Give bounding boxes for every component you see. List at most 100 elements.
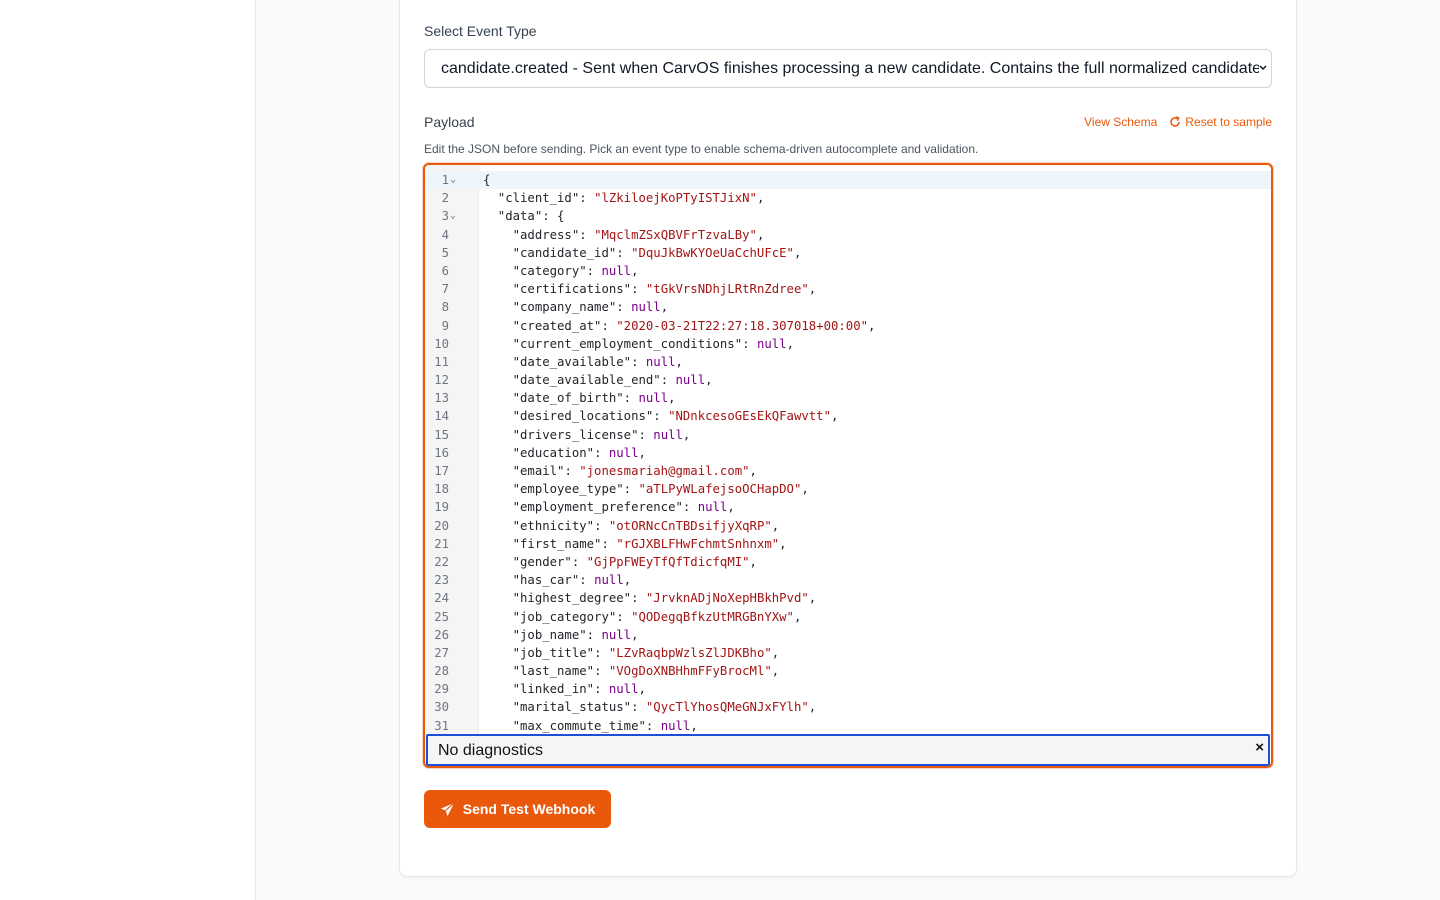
- code-line[interactable]: 26 "job_name": null,: [425, 626, 1271, 644]
- refresh-icon: [1170, 116, 1181, 127]
- code-token: ,: [638, 445, 646, 460]
- line-code: "job_title": "LZvRaqbpWzlsZlJDKBho",: [483, 644, 780, 662]
- code-token: ,: [623, 573, 632, 588]
- code-line[interactable]: 12 "date_available_end": null,: [425, 371, 1271, 389]
- line-number: 30: [434, 700, 449, 715]
- code-line[interactable]: 18 "employee_type": "aTLPyWLafejsoOCHapD…: [425, 480, 1271, 498]
- reset-sample-link[interactable]: Reset to sample: [1169, 115, 1272, 129]
- line-code: "education": null,: [483, 444, 646, 462]
- code-token: null: [697, 500, 728, 515]
- code-line[interactable]: 6 "category": null,: [425, 262, 1271, 280]
- editor-lines[interactable]: 1 ⌄{2 "client_id": "lZkiloejKoPTyISTJixN"…: [425, 171, 1271, 735]
- reset-sample-label: Reset to sample: [1185, 115, 1272, 129]
- code-line[interactable]: 15 "drivers_license": null,: [425, 426, 1271, 444]
- code-line[interactable]: 20 "ethnicity": "otORNcCnTBDsifjyXqRP",: [425, 517, 1271, 535]
- code-line[interactable]: 5 "candidate_id": "DquJkBwKYOeUaCchUFcE"…: [425, 244, 1271, 262]
- code-token: "data": [483, 209, 543, 224]
- code-token: ,: [631, 627, 639, 642]
- line-code: "marital_status": "QycTlYhosQMeGNJxFYlh"…: [483, 698, 817, 716]
- line-number: 3: [441, 209, 449, 224]
- code-line[interactable]: 13 "date_of_birth": null,: [425, 389, 1271, 407]
- code-line[interactable]: 31 "max_commute_time": null,: [425, 717, 1271, 735]
- code-token: ,: [779, 536, 787, 551]
- code-token: :: [682, 500, 698, 515]
- code-token: "tGkVrsNDhjLRtRnZdree": [645, 282, 809, 297]
- code-line[interactable]: 22 "gender": "GjPpFWEyTfQfTdicfqMI",: [425, 553, 1271, 571]
- line-code: "category": null,: [483, 262, 639, 280]
- code-token: :: [579, 191, 595, 206]
- fold-chevron-icon[interactable]: ⌄: [450, 207, 456, 225]
- code-line[interactable]: 27 "job_title": "LZvRaqbpWzlsZlJDKBho",: [425, 644, 1271, 662]
- code-line[interactable]: 8 "company_name": null,: [425, 298, 1271, 316]
- code-line[interactable]: 2 "client_id": "lZkiloejKoPTyISTJixN",: [425, 189, 1271, 207]
- code-line[interactable]: 25 "job_category": "QODegqBfkzUtMRGBnYXw…: [425, 608, 1271, 626]
- code-token: "MqclmZSxQBVFrTzvaLBy": [594, 227, 757, 242]
- close-icon[interactable]: ×: [1255, 739, 1264, 756]
- code-token: ,: [793, 245, 802, 260]
- code-line[interactable]: 28 "last_name": "VOgDoXNBHhmFFyBrocMl",: [425, 662, 1271, 680]
- code-token: "2020-03-21T22:27:18.307018+00:00": [616, 318, 868, 333]
- code-line[interactable]: 24 "highest_degree": "JrvknADjNoXepHBkhP…: [425, 589, 1271, 607]
- code-token: :: [594, 445, 609, 460]
- code-line[interactable]: 21 "first_name": "rGJXBLFHwFchmtSnhnxm",: [425, 535, 1271, 553]
- send-test-webhook-button[interactable]: Send Test Webhook: [424, 790, 611, 828]
- line-code: "address": "MqclmZSxQBVFrTzvaLBy",: [483, 226, 765, 244]
- view-schema-link[interactable]: View Schema: [1084, 115, 1157, 129]
- line-code: "email": "jonesmariah@gmail.com",: [483, 462, 757, 480]
- code-line[interactable]: 7 "certifications": "tGkVrsNDhjLRtRnZdre…: [425, 280, 1271, 298]
- line-number: 11: [434, 354, 449, 369]
- code-token: "GjPpFWEyTfQfTdicfqMI": [586, 554, 750, 569]
- line-code: "linked_in": null,: [483, 680, 646, 698]
- code-line[interactable]: 3 ⌄ "data": {: [425, 207, 1271, 225]
- line-code: "gender": "GjPpFWEyTfQfTdicfqMI",: [483, 553, 757, 571]
- code-token: ,: [771, 518, 780, 533]
- code-line[interactable]: 17 "email": "jonesmariah@gmail.com",: [425, 462, 1271, 480]
- line-number: 19: [434, 500, 449, 515]
- code-line[interactable]: 11 "date_available": null,: [425, 353, 1271, 371]
- line-number: 22: [434, 554, 449, 569]
- event-type-label: Select Event Type: [424, 23, 537, 39]
- code-token: ,: [756, 227, 765, 242]
- code-token: "client_id": [483, 191, 580, 206]
- code-token: ,: [771, 645, 780, 660]
- code-line[interactable]: 10 "current_employment_conditions": null…: [425, 335, 1271, 353]
- code-line[interactable]: 29 "linked_in": null,: [425, 680, 1271, 698]
- code-token: :: [623, 482, 639, 497]
- line-number: 10: [434, 336, 449, 351]
- line-number: 20: [434, 518, 449, 533]
- code-token: "DquJkBwKYOeUaCchUFcE": [631, 245, 794, 260]
- event-type-select[interactable]: candidate.created - Sent when CarvOS fin…: [424, 49, 1272, 88]
- code-token: null: [594, 573, 624, 588]
- code-token: null: [756, 336, 787, 351]
- code-token: "highest_degree": [483, 591, 632, 606]
- code-line[interactable]: 1 ⌄ {: [425, 171, 1271, 190]
- code-token: ,: [801, 482, 809, 497]
- code-token: :: [742, 336, 757, 351]
- code-token: ,: [771, 664, 780, 679]
- line-number: 21: [434, 536, 449, 551]
- code-line[interactable]: 19 "employment_preference": null,: [425, 498, 1271, 516]
- line-number: 2: [441, 191, 449, 206]
- line-number: 31: [434, 718, 449, 733]
- line-number: 6: [441, 263, 449, 278]
- code-line[interactable]: 23 "has_car": null,: [425, 571, 1271, 589]
- code-line[interactable]: 9 "created_at": "2020-03-21T22:27:18.307…: [425, 317, 1271, 335]
- code-token: "employment_preference": [483, 500, 683, 515]
- code-token: ,: [808, 700, 817, 715]
- code-token: ,: [786, 336, 794, 351]
- code-line[interactable]: 4 "address": "MqclmZSxQBVFrTzvaLBy",: [425, 226, 1271, 244]
- line-number: 26: [434, 627, 449, 642]
- code-line[interactable]: 14 "desired_locations": "NDnkcesoGEsEkQF…: [425, 407, 1271, 425]
- code-line[interactable]: 16 "education": null,: [425, 444, 1271, 462]
- code-token: "job_title": [483, 645, 595, 660]
- diagnostics-panel[interactable]: No diagnostics ×: [426, 734, 1270, 766]
- code-token: "certifications": [483, 282, 632, 297]
- line-code: "job_category": "QODegqBfkzUtMRGBnYXw",: [483, 608, 802, 626]
- code-token: :: [571, 554, 587, 569]
- fold-chevron-icon[interactable]: ⌄: [450, 171, 456, 189]
- json-editor[interactable]: 1 ⌄{2 "client_id": "lZkiloejKoPTyISTJixN"…: [423, 163, 1273, 768]
- line-code: "company_name": null,: [483, 298, 669, 316]
- code-token: :: [594, 645, 609, 660]
- code-token: ,: [756, 191, 765, 206]
- code-line[interactable]: 30 "marital_status": "QycTlYhosQMeGNJxFY…: [425, 698, 1271, 716]
